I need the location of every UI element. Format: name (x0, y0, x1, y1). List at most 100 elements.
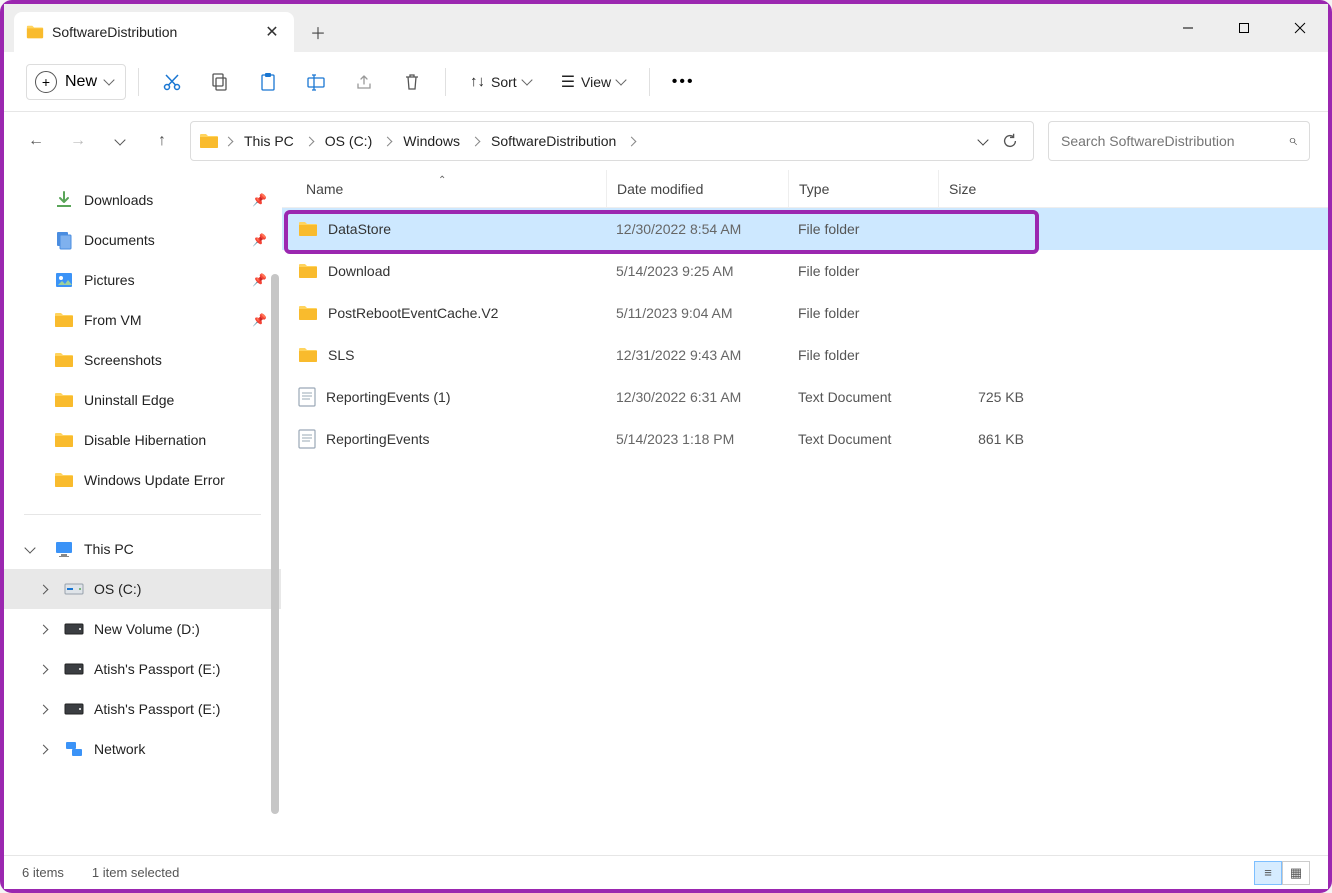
file-type: Text Document (788, 389, 938, 405)
chevron-right-icon[interactable] (40, 706, 47, 713)
sort-icon: ↑↓ (470, 73, 485, 90)
pin-icon: 📌 (252, 193, 267, 207)
maximize-button[interactable] (1216, 4, 1272, 52)
sidebar-item[interactable]: Pictures📌 (4, 260, 281, 300)
sidebar-item-label: Atish's Passport (E:) (94, 661, 220, 677)
sidebar-item-label: From VM (84, 312, 142, 328)
trash-icon (402, 72, 422, 92)
scrollbar-thumb[interactable] (271, 274, 279, 814)
chevron-right-icon[interactable] (382, 138, 393, 145)
file-type: File folder (788, 221, 938, 237)
rename-button[interactable] (295, 61, 337, 103)
file-date: 12/31/2022 9:43 AM (606, 347, 788, 363)
address-dropdown-icon[interactable] (979, 139, 987, 144)
chevron-right-icon[interactable] (223, 138, 234, 145)
view-button[interactable]: ☰ View (549, 61, 637, 103)
monitor-icon (54, 539, 74, 559)
chevron-down-icon[interactable] (26, 547, 34, 552)
file-row[interactable]: PostRebootEventCache.V25/11/2023 9:04 AM… (282, 292, 1328, 334)
folder-icon (54, 390, 74, 410)
sidebar-item-drive[interactable]: OS (C:) (4, 569, 281, 609)
paste-button[interactable] (247, 61, 289, 103)
folder-icon (298, 263, 318, 279)
pin-icon: 📌 (252, 273, 267, 287)
file-list-view: ⌃Name Date modified Type Size DataStore1… (282, 170, 1328, 855)
folder-icon (26, 24, 44, 40)
folder-icon (54, 470, 74, 490)
chevron-right-icon[interactable] (626, 138, 637, 145)
addressbar[interactable]: This PC OS (C:) Windows SoftwareDistribu… (190, 121, 1034, 161)
sidebar-item-drive[interactable]: Atish's Passport (E:) (4, 689, 281, 729)
sidebar-scrollbar[interactable] (269, 170, 281, 855)
sidebar-item[interactable]: Windows Update Error (4, 460, 281, 500)
sidebar-item-network[interactable]: Network (4, 729, 281, 769)
close-window-button[interactable] (1272, 4, 1328, 52)
breadcrumb-item[interactable]: SoftwareDistribution (485, 122, 622, 160)
sidebar-item-label: Documents (84, 232, 155, 248)
file-row[interactable]: SLS 12/31/2022 9:43 AMFile folder (282, 334, 1328, 376)
sidebar-item[interactable]: Uninstall Edge (4, 380, 281, 420)
search-box[interactable]: ⌕ (1048, 121, 1310, 161)
recent-button[interactable] (106, 127, 134, 155)
forward-button[interactable]: → (64, 127, 92, 155)
sidebar-item-label: Atish's Passport (E:) (94, 701, 220, 717)
file-type: File folder (788, 347, 938, 363)
more-button[interactable]: ••• (662, 61, 704, 103)
breadcrumb-item[interactable]: OS (C:) (319, 122, 378, 160)
cut-button[interactable] (151, 61, 193, 103)
sidebar-item-drive[interactable]: New Volume (D:) (4, 609, 281, 649)
file-row[interactable]: DataStore12/30/2022 8:54 AMFile folder (282, 208, 1328, 250)
sidebar-item[interactable]: Screenshots (4, 340, 281, 380)
file-row[interactable]: ReportingEvents5/14/2023 1:18 PMText Doc… (282, 418, 1328, 460)
copy-button[interactable] (199, 61, 241, 103)
chevron-right-icon[interactable] (304, 138, 315, 145)
sidebar-item-label: New Volume (D:) (94, 621, 200, 637)
back-button[interactable]: ← (22, 127, 50, 155)
breadcrumb-item[interactable]: Windows (397, 122, 466, 160)
column-header-date[interactable]: Date modified (606, 170, 788, 207)
new-button[interactable]: + New (26, 64, 126, 100)
column-header-name[interactable]: ⌃Name (282, 181, 606, 197)
new-tab-button[interactable]: ＋ (294, 12, 342, 52)
sidebar-item[interactable]: Disable Hibernation (4, 420, 281, 460)
details-view-button[interactable]: ≡ (1254, 861, 1282, 885)
pin-icon: 📌 (252, 233, 267, 247)
chevron-right-icon[interactable] (470, 138, 481, 145)
chevron-right-icon[interactable] (40, 586, 47, 593)
breadcrumb-item[interactable]: This PC (238, 122, 300, 160)
refresh-icon[interactable] (1001, 132, 1019, 150)
chevron-right-icon[interactable] (40, 666, 47, 673)
up-button[interactable]: ↑ (148, 127, 176, 155)
drive-icon (64, 703, 84, 715)
thumbnails-view-button[interactable]: ▦ (1282, 861, 1310, 885)
tab-title: SoftwareDistribution (52, 24, 256, 40)
file-row[interactable]: ReportingEvents (1)12/30/2022 6:31 AMTex… (282, 376, 1328, 418)
close-tab-icon[interactable]: ✕ (264, 24, 280, 40)
chevron-down-icon (116, 139, 124, 144)
minimize-button[interactable] (1160, 4, 1216, 52)
sidebar-item-drive[interactable]: Atish's Passport (E:) (4, 649, 281, 689)
sidebar-item[interactable]: Downloads📌 (4, 180, 281, 220)
search-input[interactable] (1061, 133, 1280, 149)
column-headers: ⌃Name Date modified Type Size (282, 170, 1328, 208)
text-document-icon (298, 429, 316, 449)
status-selected: 1 item selected (92, 865, 179, 880)
drive-icon (64, 623, 84, 635)
column-header-type[interactable]: Type (788, 170, 938, 207)
chevron-right-icon[interactable] (40, 746, 47, 753)
sidebar-item[interactable]: From VM📌 (4, 300, 281, 340)
file-name: ReportingEvents (326, 431, 430, 447)
column-header-size[interactable]: Size (938, 170, 1038, 207)
sort-button[interactable]: ↑↓ Sort (458, 61, 543, 103)
status-bar: 6 items 1 item selected ≡ ▦ (4, 855, 1328, 889)
chevron-right-icon[interactable] (40, 626, 47, 633)
titlebar: SoftwareDistribution ✕ ＋ (4, 4, 1328, 52)
search-icon[interactable]: ⌕ (1288, 132, 1297, 150)
delete-button[interactable] (391, 61, 433, 103)
window-tab[interactable]: SoftwareDistribution ✕ (14, 12, 294, 52)
file-row[interactable]: Download5/14/2023 9:25 AMFile folder (282, 250, 1328, 292)
sidebar-item-this-pc[interactable]: This PC (4, 529, 281, 569)
share-button[interactable] (343, 61, 385, 103)
sidebar-item[interactable]: Documents 📌 (4, 220, 281, 260)
file-name: SLS (328, 347, 354, 363)
